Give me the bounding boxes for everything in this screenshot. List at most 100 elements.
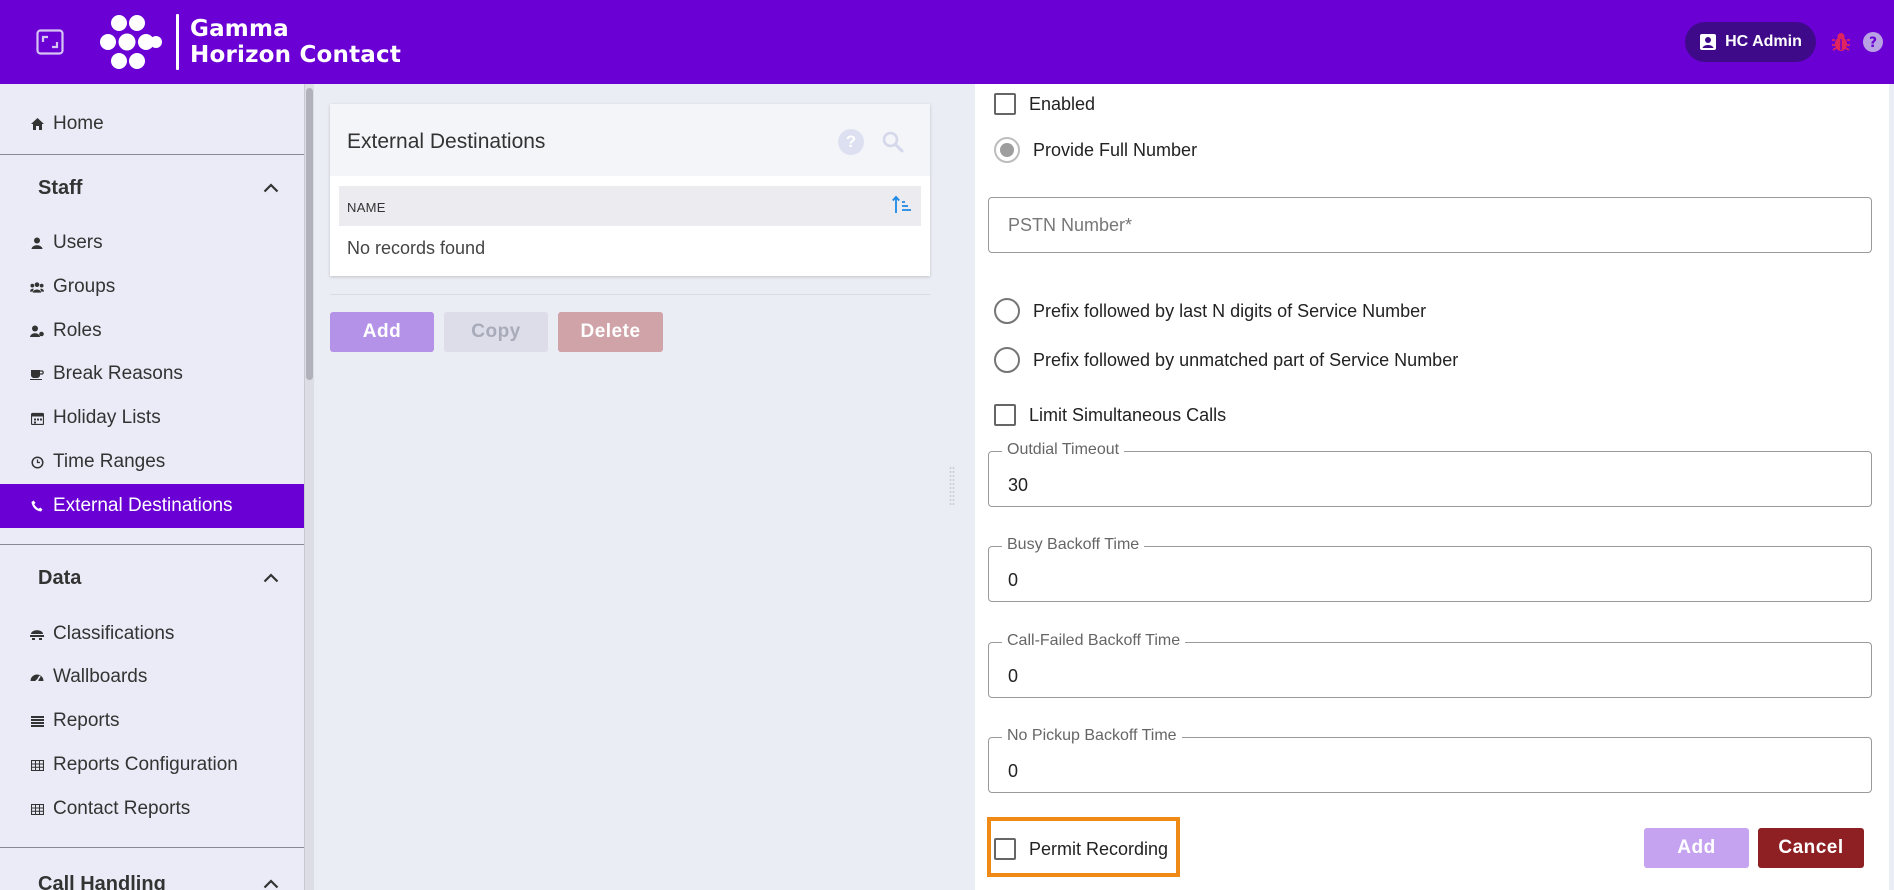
sidebar-scrollbar-thumb[interactable] [306, 88, 313, 380]
sidebar-item-label: Holiday Lists [53, 407, 161, 428]
sidebar-item-contact-reports[interactable]: Contact Reports [0, 787, 304, 831]
sidebar-divider [0, 544, 304, 545]
search-icon[interactable] [880, 129, 906, 155]
no-pickup-backoff-time-input[interactable] [989, 738, 1871, 792]
checkbox-box[interactable] [994, 404, 1016, 426]
coffee-icon [30, 367, 44, 381]
top-bar: Gamma Horizon Contact HC Admin ? [0, 0, 1894, 84]
external-destinations-card: External Destinations ? NAME No records … [330, 104, 930, 276]
table-icon [30, 758, 44, 772]
sidebar-item-groups[interactable]: Groups [0, 265, 304, 309]
call-failed-backoff-time-field[interactable]: Call-Failed Backoff Time [988, 632, 1872, 698]
section-title: Staff [38, 176, 83, 199]
add-button[interactable]: Add [330, 312, 434, 352]
sidebar-item-label: Groups [53, 276, 116, 297]
sort-ascending-icon[interactable] [891, 194, 913, 216]
sidebar-item-users[interactable]: Users [0, 221, 304, 265]
table-header: NAME [339, 186, 921, 226]
card-header: External Destinations ? [330, 104, 930, 176]
sidebar-item-label: Contact Reports [53, 798, 191, 819]
phone-icon [30, 499, 44, 513]
sidebar-section-staff[interactable]: Staff [0, 162, 304, 214]
sidebar-item-home[interactable]: Home [0, 102, 304, 146]
outdial-timeout-field[interactable]: Outdial Timeout [988, 441, 1872, 507]
brand-name: Gamma Horizon Contact [190, 16, 401, 68]
chevron-up-icon [263, 879, 279, 889]
pstn-number-input[interactable] [989, 198, 1871, 252]
column-header-name[interactable]: NAME [347, 200, 386, 215]
limit-simultaneous-calls-checkbox[interactable]: Limit Simultaneous Calls [994, 404, 1226, 426]
checkbox-box[interactable] [994, 93, 1016, 115]
call-failed-backoff-time-input[interactable] [989, 643, 1871, 697]
user-menu-button[interactable]: HC Admin [1685, 22, 1816, 62]
bug-icon[interactable] [1830, 31, 1852, 53]
sidebar-item-label: Time Ranges [53, 451, 166, 472]
sidebar: Home Staff Users Groups Roles Break Reas… [0, 84, 305, 890]
sidebar-item-label: Roles [53, 320, 102, 341]
help-icon[interactable]: ? [838, 129, 864, 155]
divider [330, 294, 930, 295]
busy-backoff-time-field[interactable]: Busy Backoff Time [988, 536, 1872, 602]
sidebar-item-break-reasons[interactable]: Break Reasons [0, 352, 304, 396]
sidebar-item-label: Users [53, 232, 103, 253]
empty-state-text: No records found [347, 238, 486, 258]
home-icon [30, 117, 44, 131]
classification-icon [30, 627, 44, 641]
sidebar-item-roles[interactable]: Roles [0, 309, 304, 353]
user-icon [30, 236, 44, 250]
expand-icon[interactable] [32, 26, 68, 58]
sidebar-item-reports-configuration[interactable]: Reports Configuration [0, 743, 304, 787]
outdial-timeout-input[interactable] [989, 452, 1871, 506]
prefix-last-n-digits-radio[interactable]: Prefix followed by last N digits of Serv… [994, 298, 1426, 324]
sidebar-item-reports[interactable]: Reports [0, 699, 304, 743]
sidebar-item-label: External Destinations [53, 495, 233, 516]
delete-button[interactable]: Delete [558, 312, 663, 352]
help-icon[interactable]: ? [1862, 31, 1884, 53]
reports-icon [30, 714, 44, 728]
groups-icon [30, 280, 44, 294]
radio-button[interactable] [994, 298, 1020, 324]
prefix-unmatched-part-radio[interactable]: Prefix followed by unmatched part of Ser… [994, 347, 1458, 373]
sidebar-section-call-handling[interactable]: Call Handling [0, 858, 304, 890]
limit-calls-label: Limit Simultaneous Calls [1029, 404, 1227, 425]
enabled-checkbox[interactable]: Enabled [994, 93, 1095, 115]
sidebar-section-data[interactable]: Data [0, 552, 304, 604]
section-title: Data [38, 566, 82, 589]
sidebar-item-wallboards[interactable]: Wallboards [0, 655, 304, 699]
radio-button[interactable] [994, 137, 1020, 163]
user-badge-icon [1700, 34, 1717, 50]
chevron-up-icon [263, 183, 279, 193]
table-icon [30, 802, 44, 816]
checkbox-box[interactable] [994, 838, 1016, 860]
clock-icon [30, 455, 44, 469]
chevron-up-icon [263, 573, 279, 583]
sidebar-item-external-destinations[interactable]: External Destinations [0, 484, 304, 528]
sidebar-item-time-ranges[interactable]: Time Ranges [0, 440, 304, 484]
gamma-logo [99, 14, 163, 70]
section-title: Call Handling [38, 872, 166, 890]
dashboard-icon [30, 670, 44, 684]
logo-divider [176, 14, 179, 70]
pstn-number-field[interactable] [988, 197, 1872, 253]
provide-full-number-radio[interactable]: Provide Full Number [994, 137, 1197, 163]
sidebar-divider [0, 154, 304, 155]
provide-full-number-label: Provide Full Number [1033, 139, 1198, 160]
radio-button[interactable] [994, 347, 1020, 373]
calendar-icon [30, 411, 44, 425]
form-add-button[interactable]: Add [1644, 828, 1749, 868]
busy-backoff-time-input[interactable] [989, 547, 1871, 601]
prefix-unmatched-label: Prefix followed by unmatched part of Ser… [1033, 349, 1459, 370]
no-pickup-backoff-time-field[interactable]: No Pickup Backoff Time [988, 727, 1872, 793]
permit-recording-checkbox[interactable]: Permit Recording [994, 838, 1168, 860]
brand-line-2: Horizon Contact [190, 42, 402, 68]
brand-line-1: Gamma [190, 16, 289, 42]
copy-button[interactable]: Copy [444, 312, 548, 352]
panel-resize-handle[interactable] [949, 466, 955, 506]
user-label: HC Admin [1725, 33, 1802, 50]
enabled-label: Enabled [1029, 93, 1096, 114]
sidebar-item-label: Wallboards [53, 666, 148, 687]
sidebar-item-classifications[interactable]: Classifications [0, 612, 304, 656]
cancel-button[interactable]: Cancel [1758, 828, 1864, 868]
sidebar-item-holiday-lists[interactable]: Holiday Lists [0, 396, 304, 440]
sidebar-item-label: Home [53, 113, 104, 134]
